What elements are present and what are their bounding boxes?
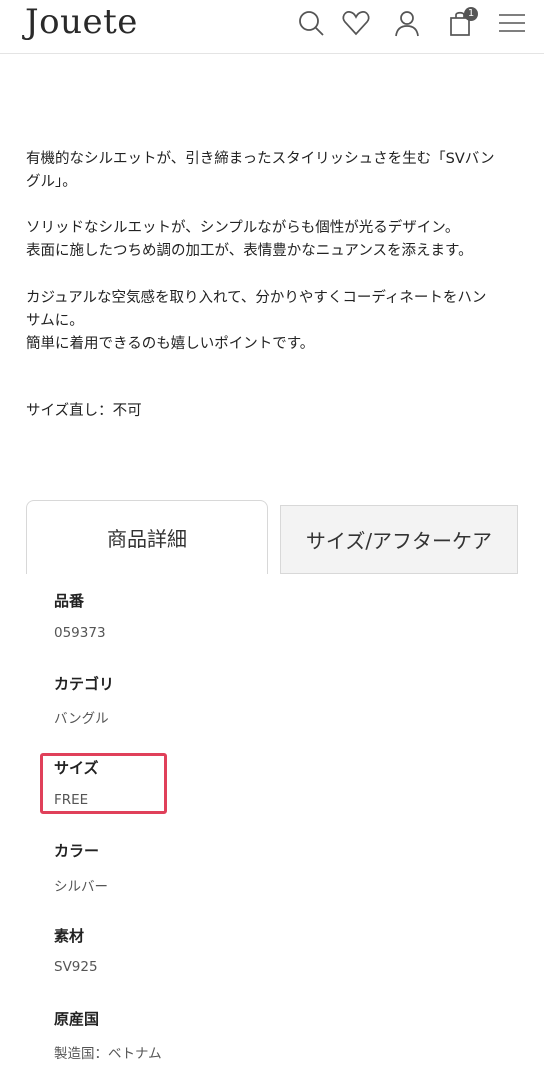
desc-line: グル」。 <box>26 174 77 190</box>
description-paragraph-2: ソリッドなシルエットが、シンプルながらも個性が光るデザイン。 表面に施したつちめ… <box>26 217 526 263</box>
description-paragraph-3: カジュアルな空気感を取り入れて、分かりやすくコーディネートをハン サムに。 簡単… <box>26 287 526 356</box>
description-paragraph-1: 有機的なシルエットが、引き締まったスタイリッシュさを生む「SVバン グル」。 <box>26 148 526 194</box>
spec-label-origin: 原産国 <box>54 1010 100 1028</box>
spec-value-material: SV925 <box>54 959 98 975</box>
brand-logo[interactable]: Jouete <box>25 2 138 42</box>
heart-icon[interactable] <box>341 8 371 38</box>
desc-line: サムに。 <box>26 313 84 329</box>
spec-label-item-number: 品番 <box>54 592 85 610</box>
tab-product-details[interactable]: 商品詳細 <box>26 500 268 574</box>
spec-label-category: カテゴリ <box>54 675 115 693</box>
search-icon[interactable] <box>296 8 326 38</box>
desc-line: 簡単に着用できるのも嬉しいポイントです。 <box>26 336 315 352</box>
cart-count-badge: 1 <box>464 7 478 21</box>
desc-line: ソリッドなシルエットが、シンプルながらも個性が光るデザイン。 <box>26 220 460 236</box>
size-adjustment-note: サイズ直し：不可 <box>26 403 142 419</box>
spec-value-color: シルバー <box>54 879 108 895</box>
cart-icon[interactable]: 1 <box>446 7 478 38</box>
size-highlight-box <box>40 753 167 814</box>
spec-value-item-number: 059373 <box>54 625 106 641</box>
spec-value-category: バングル <box>54 711 109 727</box>
tab-size-aftercare[interactable]: サイズ/アフターケア <box>280 505 518 574</box>
desc-line: 有機的なシルエットが、引き締まったスタイリッシュさを生む「SVバン <box>26 151 495 167</box>
user-icon[interactable] <box>392 8 422 38</box>
desc-line: 表面に施したつちめ調の加工が、表情豊かなニュアンスを添えます。 <box>26 243 473 259</box>
desc-line: カジュアルな空気感を取り入れて、分かりやすくコーディネートをハン <box>26 290 487 306</box>
menu-icon[interactable] <box>497 8 527 38</box>
spec-value-origin: 製造国：ベトナム <box>54 1046 162 1062</box>
spec-label-material: 素材 <box>54 927 85 945</box>
spec-label-color: カラー <box>54 842 100 860</box>
site-header: Jouete 1 <box>0 0 544 54</box>
